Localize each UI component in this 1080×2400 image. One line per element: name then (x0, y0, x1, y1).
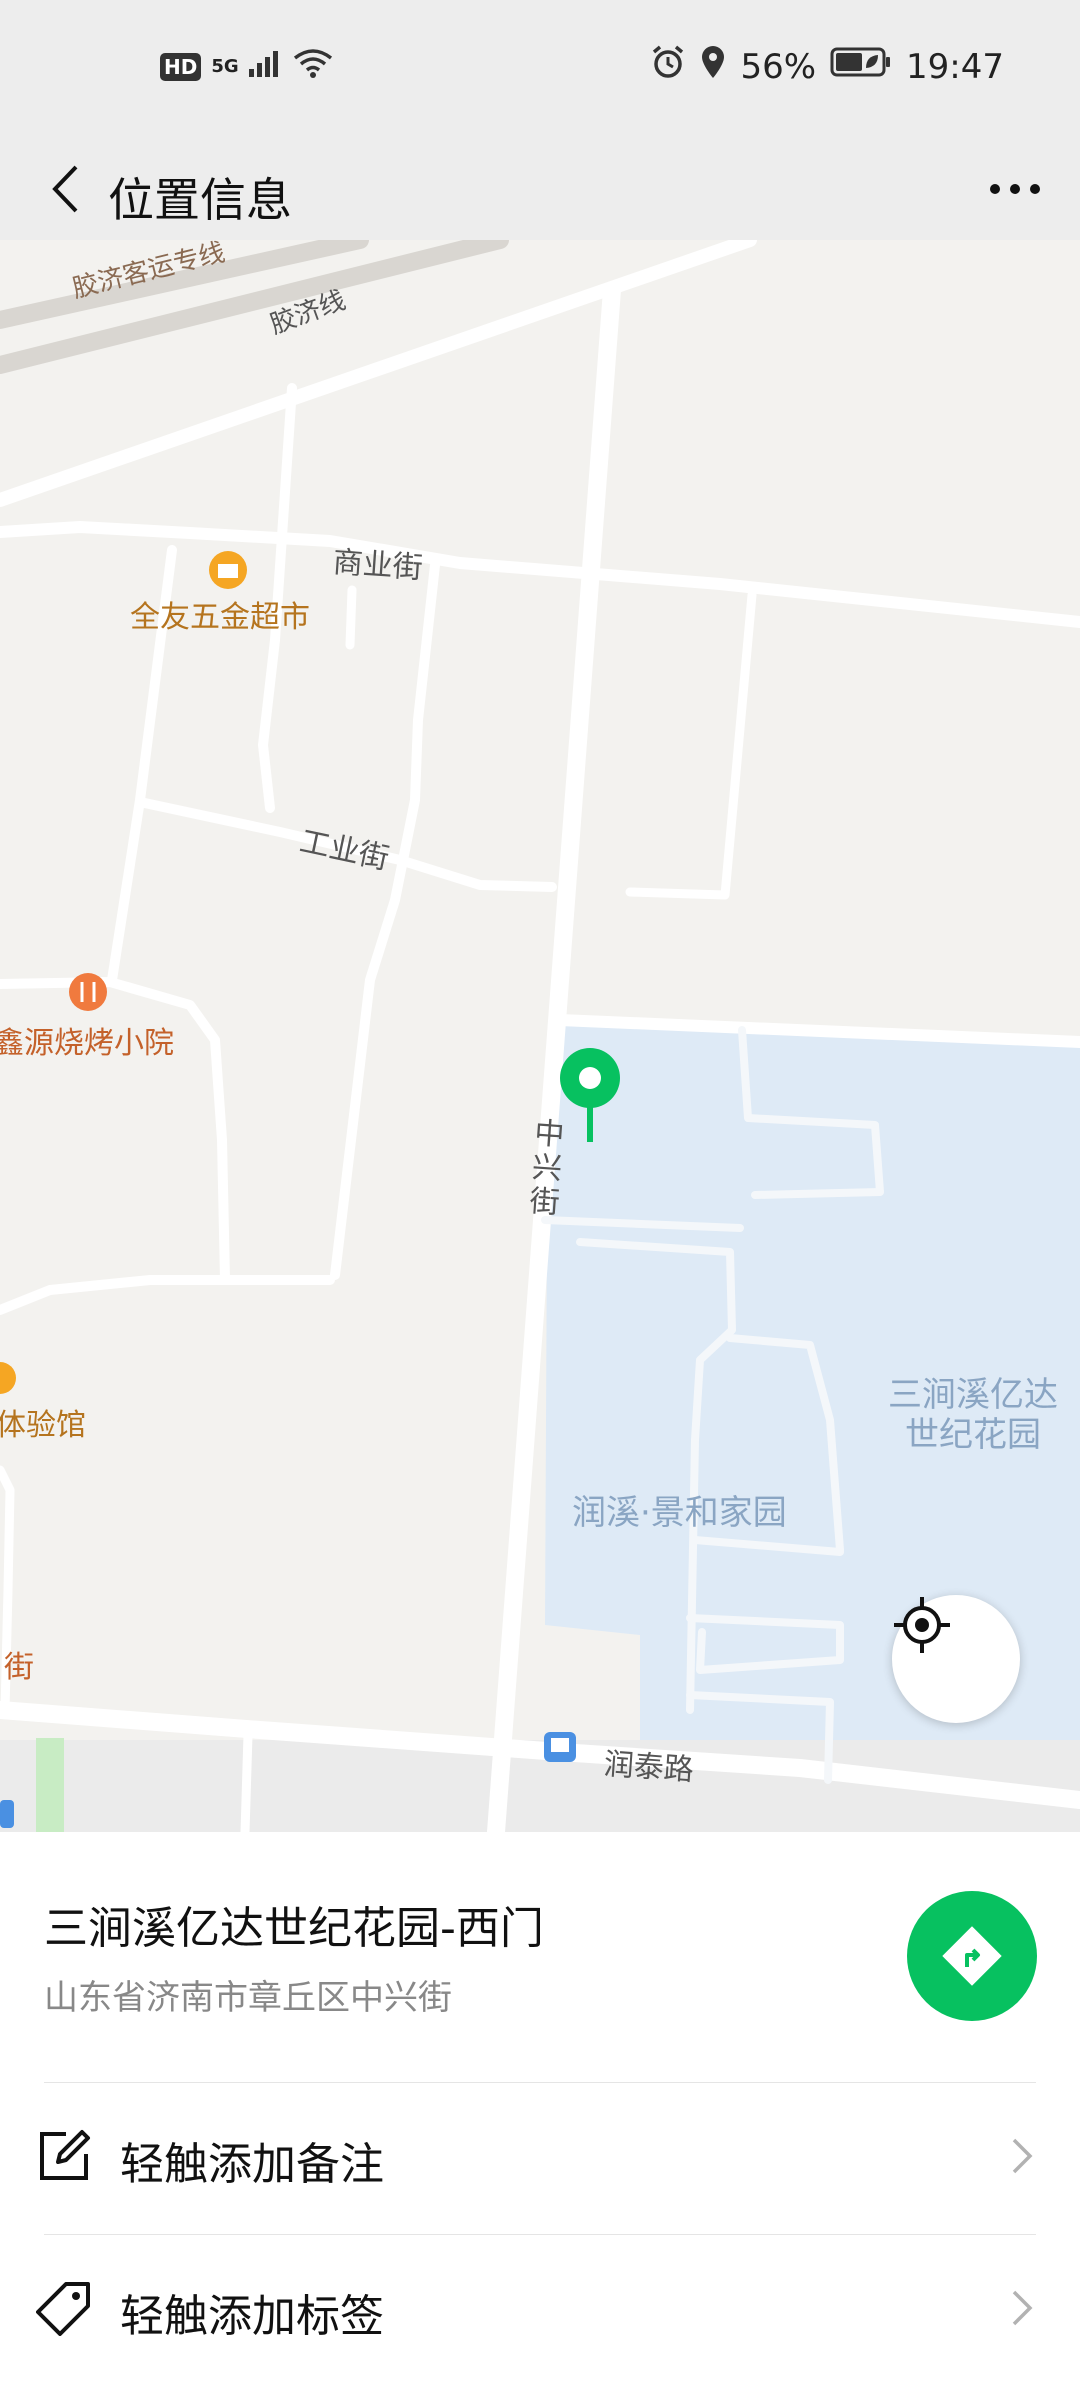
wifi-icon (293, 48, 333, 85)
status-bar: HD 5G 56% 19:47 (0, 0, 1080, 140)
alarm-icon (650, 44, 686, 89)
map-view[interactable]: 胶济客运专线 胶济线 商业街 工业街 中兴街 润泰路 街 全友五金超市 鑫源烧烤… (0, 240, 1080, 1832)
more-icon (990, 184, 1040, 194)
divider-1 (44, 2082, 1036, 2083)
road-side-6 (625, 590, 757, 900)
status-right: 56% 19:47 (650, 44, 1004, 89)
road-side-3 (330, 560, 440, 1280)
shop-glyph (218, 564, 238, 578)
bus-stop-icon-2 (0, 1800, 14, 1828)
more-button[interactable] (970, 154, 1060, 224)
poi-label-hardware: 全友五金超市 (130, 600, 310, 635)
street-label-partial: 街 (4, 1650, 34, 1685)
crosshair-icon (894, 1597, 950, 1653)
navigate-button[interactable] (907, 1891, 1037, 2021)
tag-icon (36, 2282, 90, 2336)
street-label-runtai: 润泰路 (602, 1746, 695, 1789)
venue-poi-icon (0, 1362, 16, 1394)
clock: 19:47 (906, 46, 1004, 87)
hd-icon: HD (160, 52, 202, 81)
page-title: 位置信息 (108, 173, 292, 227)
network-type: 5G (211, 56, 239, 77)
add-note-row[interactable]: 轻触添加备注 (0, 2084, 1080, 2224)
add-tag-label: 轻触添加标签 (120, 2291, 384, 2342)
locate-button[interactable] (892, 1595, 1020, 1723)
battery-text: 56% (740, 46, 817, 87)
navigation-icon (942, 1926, 1002, 1986)
location-icon (700, 45, 726, 88)
road-side-7 (345, 585, 357, 650)
chevron-left-icon (52, 165, 78, 213)
header: 位置信息 (0, 140, 1080, 240)
status-left: HD 5G (160, 48, 333, 85)
back-button[interactable] (30, 154, 100, 224)
divider-2 (44, 2234, 1036, 2235)
add-note-label: 轻触添加备注 (120, 2139, 384, 2190)
edit-icon (40, 2130, 90, 2180)
add-tag-row[interactable]: 轻触添加标签 (0, 2236, 1080, 2376)
place-name: 三涧溪亿达世纪花园-西门 (44, 1903, 544, 1954)
chevron-right-icon (1012, 2290, 1033, 2326)
street-label-shangye: 商业街 (331, 544, 424, 587)
area-label-shijihuayuan: 三涧溪亿达世纪花园 (888, 1375, 1058, 1455)
signal-icon (248, 49, 283, 84)
green-strip (36, 1738, 64, 1832)
restaurant-poi-icon (69, 973, 107, 1011)
chevron-right-icon (1012, 2138, 1033, 2174)
poi-label-bbq: 鑫源烧烤小院 (0, 1026, 174, 1061)
road-side-9 (240, 1730, 253, 1832)
poi-label-venue: 体验馆 (0, 1408, 86, 1443)
place-address: 山东省济南市章丘区中兴街 (44, 1978, 452, 2018)
road-side-5 (0, 1275, 335, 1315)
bus-glyph (551, 1738, 569, 1752)
area-label-jinghejiayuan: 润溪·景和家园 (572, 1493, 787, 1533)
battery-icon (830, 46, 892, 87)
place-panel: 三涧溪亿达世纪花园-西门 山东省济南市章丘区中兴街 轻触添加备注 轻触添加标签 (0, 1832, 1080, 2400)
